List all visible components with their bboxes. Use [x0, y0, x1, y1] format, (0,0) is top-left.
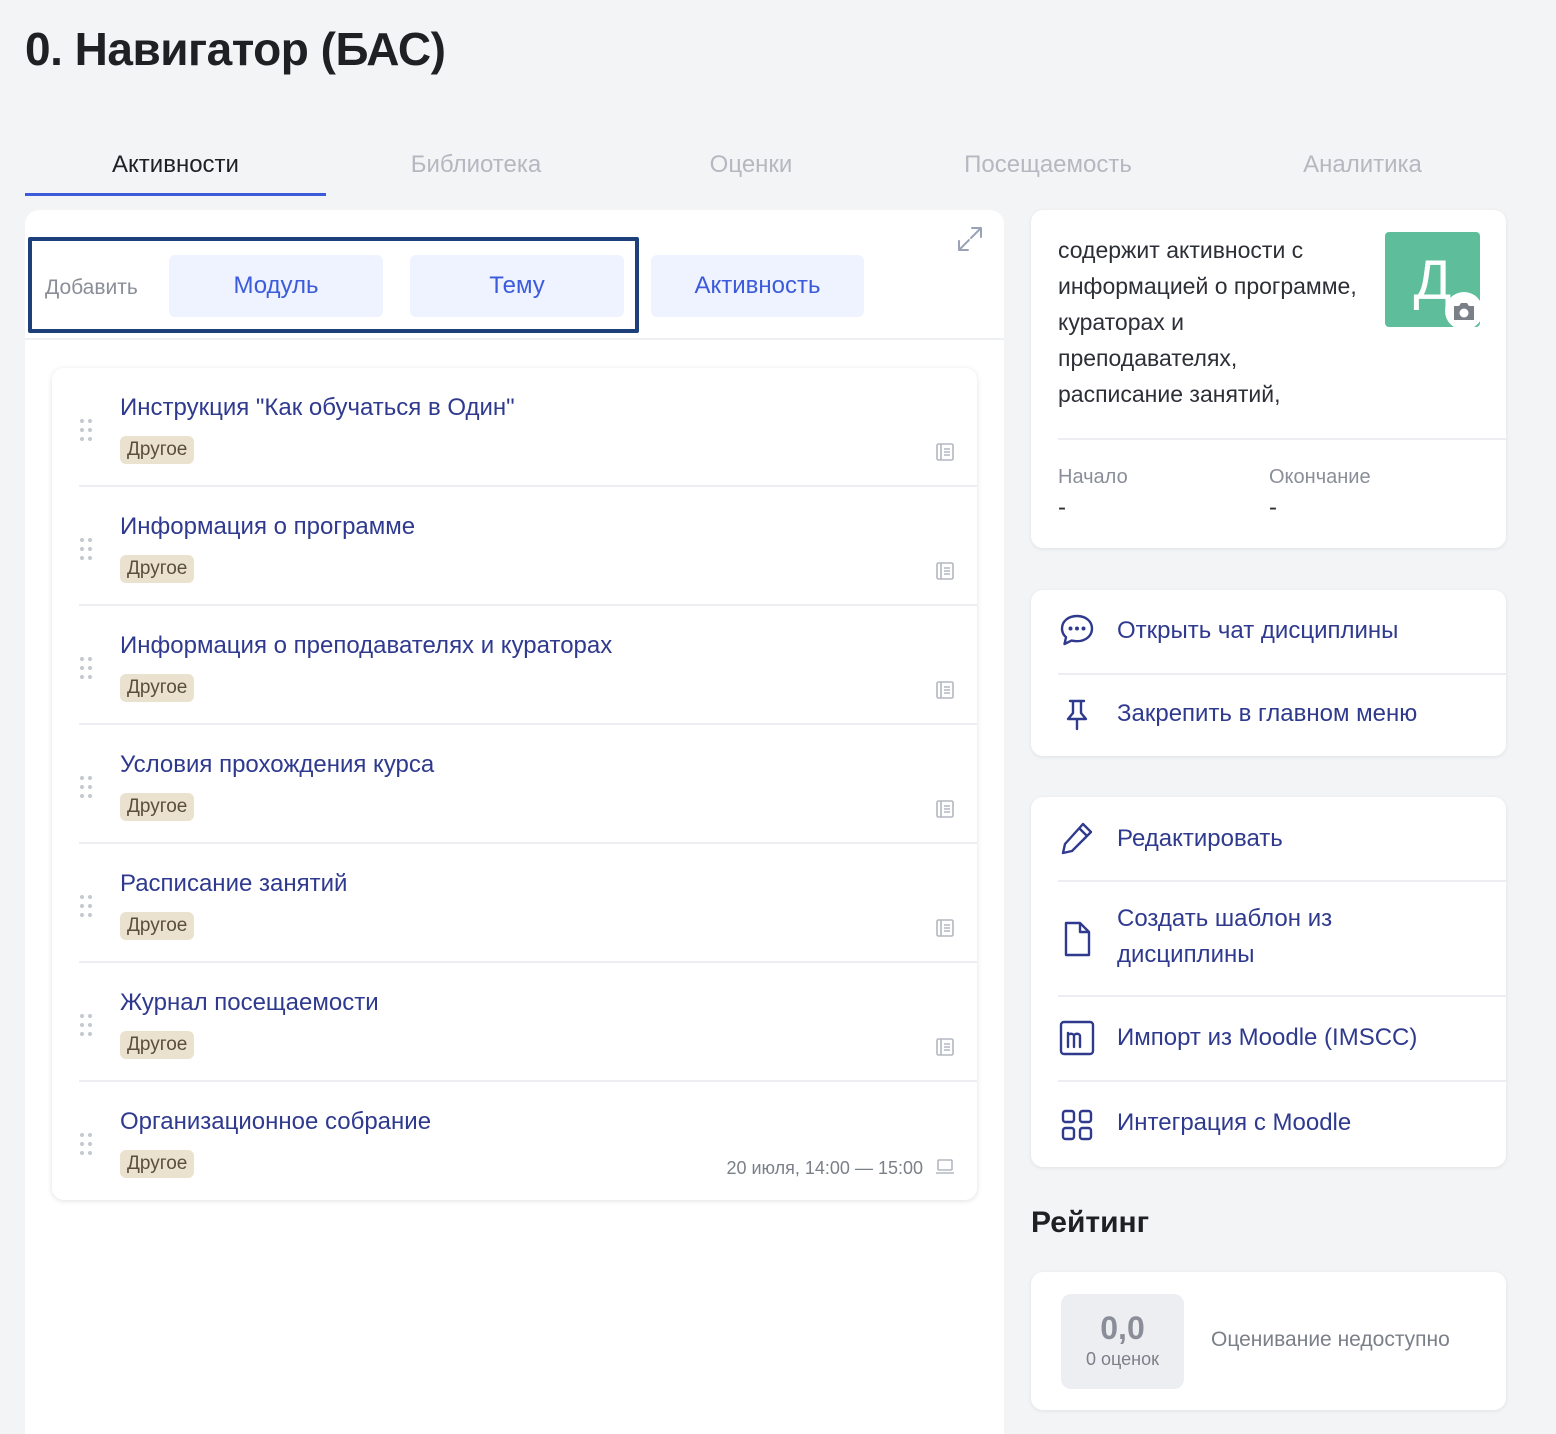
edit-label: Редактировать — [1117, 825, 1283, 852]
drag-handle-icon[interactable] — [79, 418, 93, 442]
add-activity-button[interactable]: Активность — [651, 255, 864, 317]
activity-item[interactable]: Организационное собрание Другое 20 июля,… — [79, 1082, 977, 1201]
drag-handle-icon[interactable] — [79, 775, 93, 799]
activity-title[interactable]: Инструкция "Как обучаться в Один" — [120, 394, 515, 422]
activity-tag: Другое — [120, 912, 195, 940]
book-icon — [936, 919, 954, 937]
activity-title[interactable]: Расписание занятий — [120, 870, 347, 898]
end-value: - — [1269, 494, 1277, 521]
activity-title[interactable]: Информация о программе — [120, 513, 415, 541]
activity-tag: Другое — [120, 1150, 195, 1178]
drag-handle-icon[interactable] — [79, 537, 93, 561]
start-label: Начало — [1058, 466, 1128, 488]
activity-item[interactable]: Информация о преподавателях и кураторах … — [79, 606, 977, 725]
activity-title[interactable]: Условия прохождения курса — [120, 751, 434, 779]
rating-score-box: 0,0 0 оценок — [1061, 1294, 1184, 1389]
activity-tag: Другое — [120, 674, 195, 702]
drag-handle-icon[interactable] — [79, 656, 93, 680]
page-title: 0. Навигатор (БАС) — [25, 23, 446, 75]
moodle-icon — [1059, 1020, 1095, 1056]
tab-activities[interactable]: Активности — [25, 140, 326, 196]
rating-score: 0,0 — [1100, 1310, 1145, 1346]
tab-analytics[interactable]: Аналитика — [1255, 140, 1470, 196]
drag-handle-icon[interactable] — [79, 1132, 93, 1156]
pencil-icon — [1061, 822, 1093, 855]
tab-bar: Активности Библиотека Оценки Посещаемост… — [25, 140, 1505, 196]
discipline-description: содержит активности с информацией о прог… — [1058, 237, 1357, 407]
open-chat-button[interactable]: Открыть чат дисциплины — [1031, 590, 1506, 673]
pin-icon — [1066, 699, 1088, 731]
management-actions-card: Редактировать Создать шаблон из дисципли… — [1031, 797, 1506, 1167]
discipline-info-card: содержит активности с информацией о прог… — [1031, 210, 1506, 548]
end-label: Окончание — [1269, 466, 1371, 488]
create-template-label: Создать шаблон из дисциплины — [1117, 905, 1333, 968]
grid-icon — [1061, 1109, 1093, 1141]
edit-button[interactable]: Редактировать — [1031, 797, 1506, 880]
quick-actions-card: Открыть чат дисциплины Закрепить в главн… — [1031, 590, 1506, 756]
expand-icon[interactable] — [955, 224, 985, 254]
create-template-button[interactable]: Создать шаблон из дисциплины — [1031, 882, 1506, 995]
activity-tag: Другое — [120, 555, 195, 583]
pin-to-menu-label: Закрепить в главном меню — [1117, 700, 1418, 727]
book-icon — [936, 681, 954, 699]
activity-title[interactable]: Информация о преподавателях и кураторах — [120, 632, 612, 660]
activity-item[interactable]: Расписание занятий Другое — [79, 844, 977, 963]
rating-title: Рейтинг — [1031, 1206, 1150, 1239]
chat-icon — [1060, 614, 1094, 646]
camera-icon[interactable] — [1445, 292, 1483, 330]
tab-library[interactable]: Библиотека — [351, 140, 601, 196]
drag-handle-icon[interactable] — [79, 1013, 93, 1037]
activities-panel: Добавить Модуль Тему Активность Инструкц… — [25, 210, 1004, 1434]
activity-tag: Другое — [120, 793, 195, 821]
activity-tag: Другое — [120, 1031, 195, 1059]
toolbar-divider — [25, 338, 1004, 340]
add-label: Добавить — [45, 276, 138, 299]
activity-item[interactable]: Журнал посещаемости Другое — [79, 963, 977, 1082]
drag-handle-icon[interactable] — [79, 894, 93, 918]
rating-count: 0 оценок — [1086, 1349, 1159, 1369]
tab-grades[interactable]: Оценки — [651, 140, 851, 196]
activity-title[interactable]: Журнал посещаемости — [120, 989, 379, 1017]
activity-date: 20 июля, 14:00 — 15:00 — [726, 1158, 923, 1178]
moodle-integration-label: Интеграция с Moodle — [1117, 1109, 1352, 1136]
activity-item[interactable]: Условия прохождения курса Другое — [79, 725, 977, 844]
start-value: - — [1058, 494, 1066, 521]
add-module-button[interactable]: Модуль — [169, 255, 383, 317]
activity-title[interactable]: Организационное собрание — [120, 1108, 431, 1136]
document-icon — [1064, 921, 1091, 957]
moodle-integration-button[interactable]: Интеграция с Moodle — [1031, 1082, 1506, 1167]
rating-note: Оценивание недоступно — [1211, 1328, 1450, 1351]
open-chat-label: Открыть чат дисциплины — [1117, 617, 1399, 644]
import-moodle-label: Импорт из Moodle (IMSCC) — [1117, 1024, 1418, 1051]
book-icon — [936, 562, 954, 580]
activity-tag: Другое — [120, 436, 195, 464]
import-moodle-button[interactable]: Импорт из Moodle (IMSCC) — [1031, 997, 1506, 1080]
activity-list: Инструкция "Как обучаться в Один" Другое… — [52, 368, 977, 1200]
book-icon — [936, 443, 954, 461]
book-icon — [936, 800, 954, 818]
activity-item[interactable]: Инструкция "Как обучаться в Один" Другое — [79, 368, 977, 487]
add-topic-button[interactable]: Тему — [410, 255, 624, 317]
book-icon — [936, 1038, 954, 1056]
laptop-icon — [936, 1159, 954, 1174]
tab-attendance[interactable]: Посещаемость — [925, 140, 1171, 196]
activity-item[interactable]: Информация о программе Другое — [79, 487, 977, 606]
pin-to-menu-button[interactable]: Закрепить в главном меню — [1031, 675, 1506, 756]
rating-card: 0,0 0 оценок Оценивание недоступно — [1031, 1272, 1506, 1410]
